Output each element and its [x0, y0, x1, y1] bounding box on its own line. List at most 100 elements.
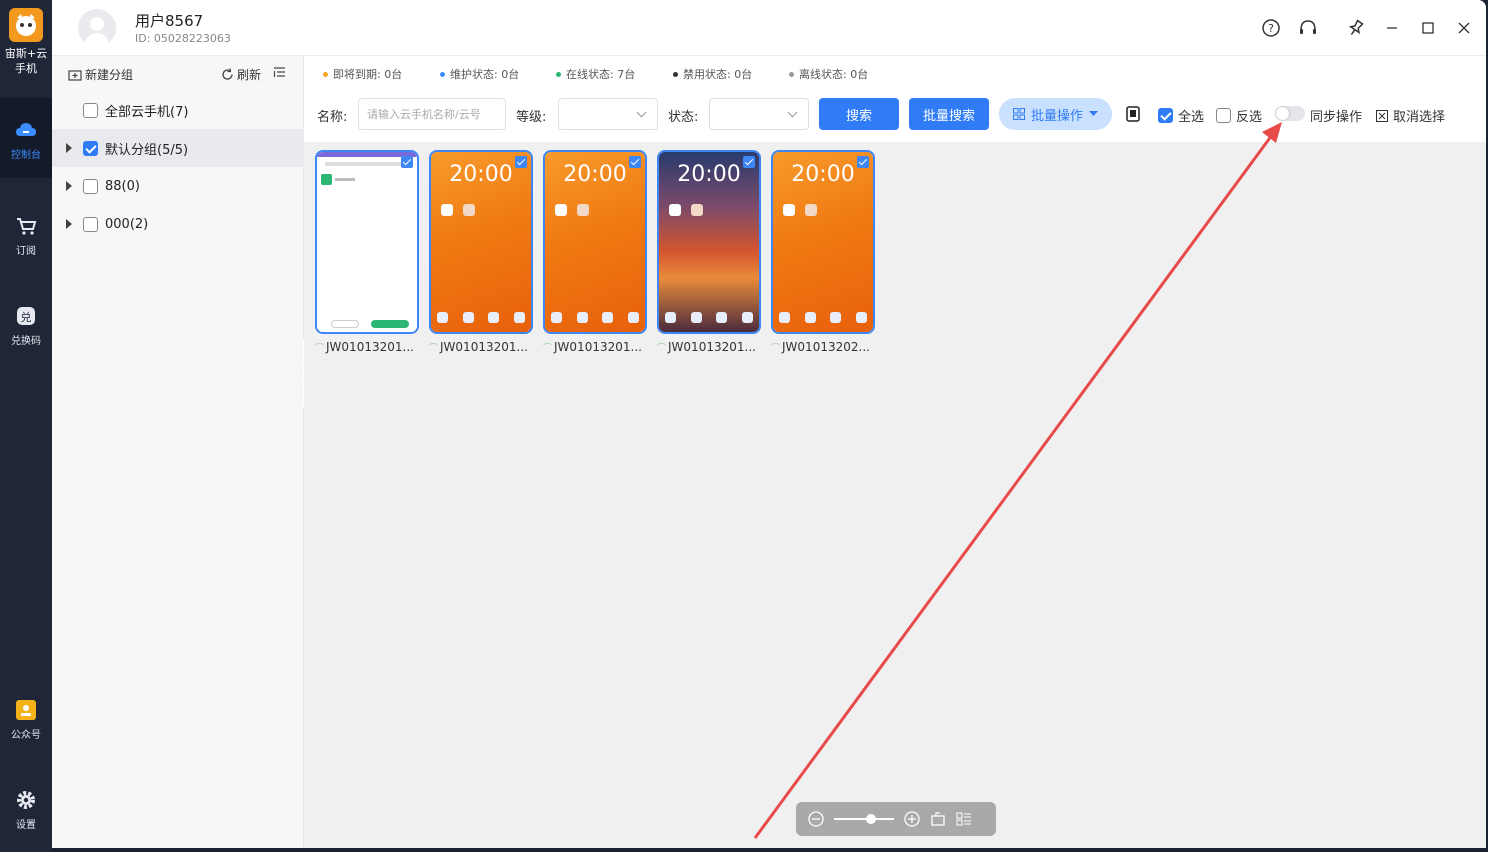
- new-group-label: 新建分组: [85, 68, 134, 82]
- zoom-toolbar: [796, 802, 996, 836]
- title-bar: 用户8567 ID: 05028223063 ?: [52, 0, 1486, 56]
- batch-search-button[interactable]: 批量搜索: [909, 98, 989, 130]
- zoom-slider[interactable]: [834, 814, 894, 824]
- stat-disabled: 禁用状态: 0台: [673, 66, 752, 82]
- zoom-out-icon[interactable]: [808, 811, 824, 827]
- rail-item-official-account[interactable]: 公众号: [0, 678, 52, 758]
- rail-label: 兑换码: [11, 336, 41, 347]
- tile-checkbox[interactable]: [743, 156, 755, 168]
- refresh-icon: [222, 68, 233, 80]
- rail-item-settings[interactable]: 设置: [0, 768, 52, 848]
- folder-add-icon: [68, 69, 82, 81]
- app-logo: [9, 8, 43, 42]
- phone-name: ⌒ JW01013201...: [315, 340, 414, 354]
- chevron-down-icon: [636, 107, 647, 118]
- refresh-label: 刷新: [237, 68, 262, 82]
- rail-item-console[interactable]: 控制台: [0, 98, 52, 178]
- left-rail: 宙斯+云手机 控制台 订阅 兑 兑换码 公众号 设置: [0, 0, 52, 852]
- rail-label: 控制台: [11, 150, 41, 161]
- rail-label: 设置: [16, 820, 36, 831]
- group-checkbox[interactable]: [83, 178, 98, 194]
- group-checkbox[interactable]: [83, 102, 98, 118]
- phone-tile[interactable]: 20:00: [657, 150, 761, 334]
- main-content: 即将到期: 0台 维护状态: 0台 在线状态: 7台 禁用状态: 0台 离线状态…: [304, 56, 1486, 848]
- svg-text:?: ?: [1268, 22, 1274, 35]
- signal-icon: ⌒: [771, 343, 781, 354]
- chevron-down-icon: [787, 107, 798, 118]
- user-id: ID: 05028223063: [135, 32, 231, 45]
- tile-checkbox[interactable]: [629, 156, 641, 168]
- close-icon[interactable]: [1452, 16, 1476, 40]
- rail-label: 订阅: [16, 246, 36, 257]
- refresh-button[interactable]: 刷新: [221, 66, 261, 83]
- expand-caret-icon[interactable]: [66, 219, 72, 229]
- batch-operation-button[interactable]: 批量操作: [999, 98, 1112, 130]
- search-button[interactable]: 搜索: [819, 98, 899, 130]
- phone-name: ⌒ JW01013202...: [771, 340, 870, 354]
- tile-checkbox[interactable]: [515, 156, 527, 168]
- cloud-icon: [16, 123, 36, 136]
- close-box-icon: [1376, 109, 1388, 122]
- group-item-default[interactable]: 默认分组(5/5): [52, 129, 304, 167]
- filter-bar: 即将到期: 0台 维护状态: 0台 在线状态: 7台 禁用状态: 0台 离线状态…: [304, 56, 1486, 142]
- sync-operation-toggle[interactable]: [1275, 106, 1305, 121]
- status-dot: [323, 71, 328, 77]
- minimize-icon[interactable]: [1380, 16, 1404, 40]
- exchange-icon: 兑: [17, 307, 35, 325]
- group-checkbox[interactable]: [83, 216, 98, 232]
- user-name: 用户8567: [135, 12, 204, 30]
- status-select[interactable]: [709, 98, 809, 130]
- group-item-000[interactable]: 000(2): [52, 205, 304, 243]
- level-label: 等级:: [516, 110, 547, 125]
- new-group-button[interactable]: 新建分组: [68, 66, 133, 83]
- group-label: 000(2): [105, 216, 149, 232]
- sort-icon[interactable]: [273, 66, 286, 79]
- phone-tile[interactable]: 20:00: [771, 150, 875, 334]
- phone-name: ⌒ JW01013201...: [657, 340, 756, 354]
- level-select[interactable]: [558, 98, 658, 130]
- signal-icon: ⌒: [543, 343, 553, 354]
- rail-item-redeem[interactable]: 兑 兑换码: [0, 284, 52, 364]
- phone-name: ⌒ JW01013201...: [543, 340, 642, 354]
- group-item-all[interactable]: 全部云手机(7): [52, 91, 304, 129]
- select-all-checkbox[interactable]: 全选: [1158, 106, 1204, 125]
- phone-tile[interactable]: 20:00: [429, 150, 533, 334]
- svg-text:兑: 兑: [21, 310, 32, 324]
- grid-icon: [1012, 108, 1025, 120]
- name-label: 名称:: [317, 110, 348, 125]
- maximize-icon[interactable]: [1416, 16, 1440, 40]
- phone-tile[interactable]: [315, 150, 419, 334]
- group-label: 88(0): [105, 178, 140, 194]
- caret-down-icon: [1089, 111, 1098, 116]
- zoom-in-icon[interactable]: [904, 811, 920, 827]
- stat-online: 在线状态: 7台: [556, 66, 635, 82]
- help-icon[interactable]: ?: [1259, 16, 1283, 40]
- signal-icon: ⌒: [657, 343, 667, 354]
- gear-icon: [17, 791, 35, 809]
- group-item-88[interactable]: 88(0): [52, 167, 304, 205]
- list-view-icon[interactable]: [956, 811, 972, 827]
- status-dot: [440, 71, 445, 77]
- stat-maintenance: 维护状态: 0台: [440, 66, 519, 82]
- expand-caret-icon[interactable]: [66, 181, 72, 191]
- status-dot: [789, 71, 794, 77]
- name-search-input[interactable]: 请输入云手机名称/云号: [358, 98, 506, 130]
- group-checkbox[interactable]: [83, 140, 98, 156]
- headset-icon[interactable]: [1296, 16, 1320, 40]
- main-window: 用户8567 ID: 05028223063 ? 新建分组 刷新 全部云手机(7…: [52, 0, 1486, 848]
- rail-item-subscribe[interactable]: 订阅: [0, 194, 52, 274]
- group-panel: 新建分组 刷新 全部云手机(7) 默认分组(5/5) 88(0) 000(2): [52, 56, 304, 848]
- rotate-icon[interactable]: [930, 811, 946, 827]
- avatar[interactable]: [78, 9, 116, 47]
- phone-tile[interactable]: 20:00: [543, 150, 647, 334]
- tile-checkbox[interactable]: [401, 156, 413, 168]
- invert-select-checkbox[interactable]: 反选: [1216, 106, 1262, 125]
- cancel-selection-button[interactable]: 取消选择: [1376, 106, 1445, 125]
- rail-label: 公众号: [11, 730, 41, 741]
- tile-checkbox[interactable]: [857, 156, 869, 168]
- phone-name: ⌒ JW01013201...: [429, 340, 528, 354]
- pin-icon[interactable]: [1344, 16, 1368, 40]
- status-dot: [556, 71, 561, 77]
- phone-mode-icon[interactable]: [1126, 106, 1140, 122]
- expand-caret-icon[interactable]: [66, 143, 72, 153]
